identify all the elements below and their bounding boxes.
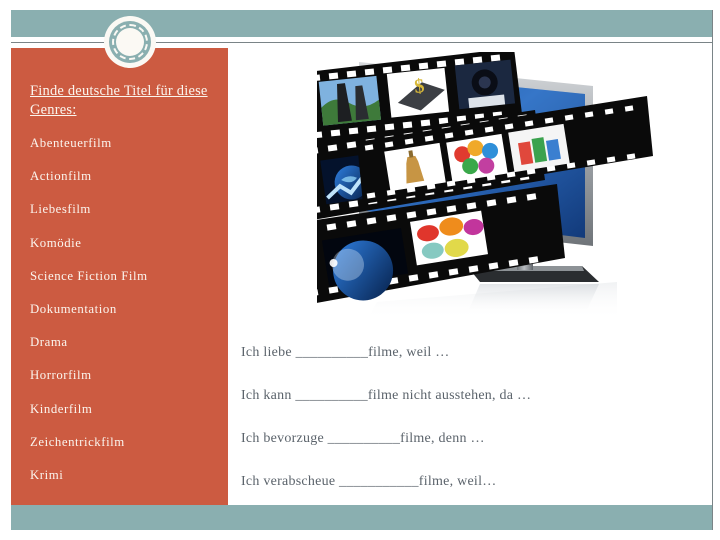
genre-item-dokumentation: Dokumentation — [30, 301, 117, 316]
genre-item-komoedie: Komödie — [30, 235, 82, 250]
prompt-line-4: Ich verabscheue ___________filme, weil… — [241, 474, 497, 489]
filmstrips-and-monitor-illustration: $ — [317, 52, 710, 322]
genre-item-abenteuerfilm: Abenteuerfilm — [30, 136, 112, 150]
genre-item-zeichentrickfilm: Zeichentrickfilm — [30, 434, 125, 449]
right-edge-rule — [712, 10, 713, 530]
genre-item-actionfilm: Actionfilm — [30, 169, 92, 184]
genre-item-liebesfilm: Liebesfilm — [30, 202, 91, 217]
genre-sidebar: Finde deutsche Titel für diese Genres: A… — [11, 48, 228, 505]
prompt-line-3: Ich bevorzuge __________filme, denn … — [241, 431, 485, 446]
sidebar-title: Finde deutsche Titel für diese Genres: — [30, 83, 208, 118]
footer-band — [11, 505, 712, 530]
genre-item-horrorfilm: Horrorfilm — [30, 368, 92, 383]
ring-circle-decoration-icon — [104, 16, 156, 68]
genre-item-science-fiction-film: Science Fiction Film — [30, 268, 148, 283]
genre-item-krimi: Krimi — [30, 467, 64, 482]
sentence-prompts: Ich liebe __________filme, weil … Ich ka… — [241, 345, 701, 517]
prompt-line-2: Ich kann __________filme nicht ausstehen… — [241, 388, 532, 403]
prompt-line-1: Ich liebe __________filme, weil … — [241, 345, 450, 360]
genre-item-drama: Drama — [30, 335, 68, 350]
slide-canvas: Finde deutsche Titel für diese Genres: A… — [0, 0, 720, 540]
ring-inner-circle — [116, 28, 144, 56]
genre-item-kinderfilm: Kinderfilm — [30, 401, 93, 416]
